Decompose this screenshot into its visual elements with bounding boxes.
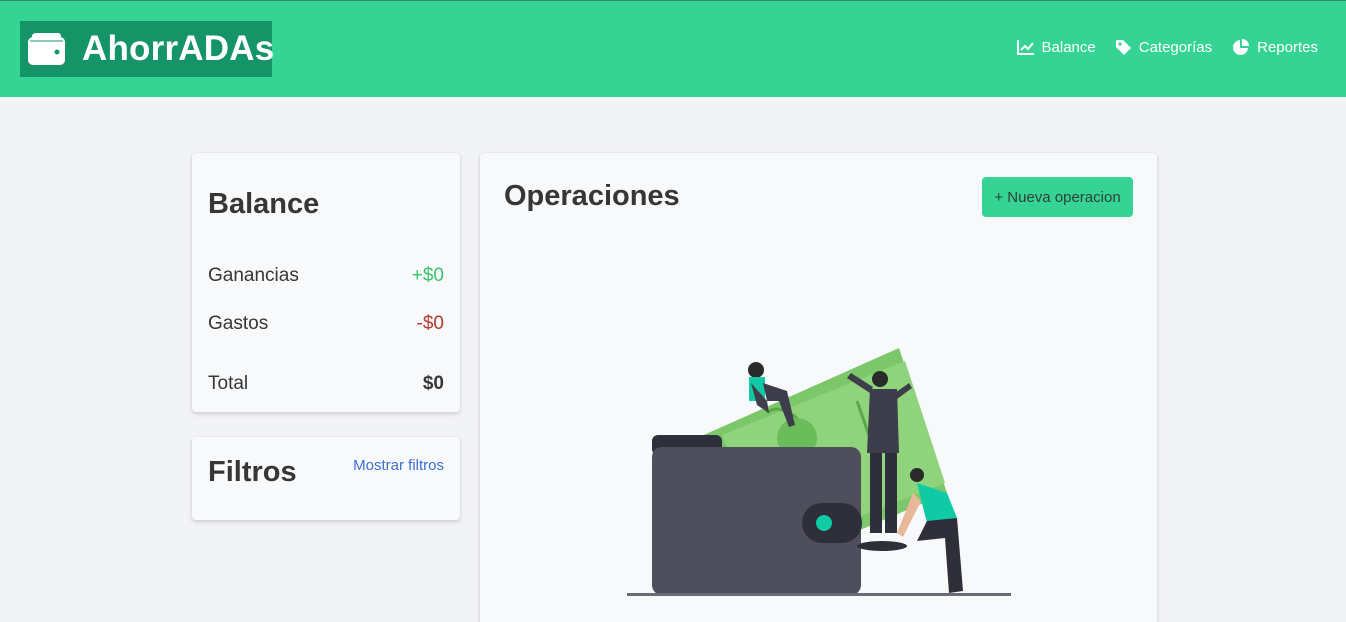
balance-label: Total xyxy=(208,373,249,394)
balance-value: +$0 xyxy=(411,265,444,286)
nav-item-categorias[interactable]: Categorías xyxy=(1115,39,1213,56)
nav-item-label: Balance xyxy=(1041,39,1096,56)
navbar: AhorrADAs Balance Categorías Reportes xyxy=(0,0,1346,97)
show-filters-link[interactable]: Mostrar filtros xyxy=(353,457,444,474)
balance-row-gastos: Gastos -$0 xyxy=(208,313,444,335)
balance-value: -$0 xyxy=(416,313,444,334)
filters-card: Filtros Mostrar filtros xyxy=(192,437,460,520)
balance-row-ganancias: Ganancias +$0 xyxy=(208,265,444,287)
nav-item-balance[interactable]: Balance xyxy=(1016,39,1096,56)
wallet-icon xyxy=(28,33,65,65)
nav-item-label: Categorías xyxy=(1138,39,1213,56)
nav-item-label: Reportes xyxy=(1257,39,1318,56)
operations-card: Operaciones + Nueva operacion xyxy=(480,153,1157,622)
balance-label: Ganancias xyxy=(208,265,299,286)
main-nav: Balance Categorías Reportes xyxy=(1016,39,1318,56)
tag-icon xyxy=(1115,40,1131,55)
nav-item-reportes[interactable]: Reportes xyxy=(1232,39,1318,56)
brand-logo[interactable]: AhorrADAs xyxy=(20,21,275,77)
filters-title: Filtros xyxy=(208,456,297,488)
pie-chart-icon xyxy=(1232,39,1250,56)
balance-value: $0 xyxy=(422,373,444,394)
balance-label: Gastos xyxy=(208,313,269,334)
chart-line-icon xyxy=(1016,40,1034,55)
balance-title: Balance xyxy=(208,188,320,220)
balance-row-total: Total $0 xyxy=(208,373,444,395)
empty-state-illustration xyxy=(627,343,1017,608)
balance-card: Balance Ganancias +$0 Gastos -$0 Total $… xyxy=(192,153,460,412)
app-title: AhorrADAs xyxy=(82,29,275,68)
new-operation-button[interactable]: + Nueva operacion xyxy=(982,177,1133,217)
operations-title: Operaciones xyxy=(504,180,680,212)
